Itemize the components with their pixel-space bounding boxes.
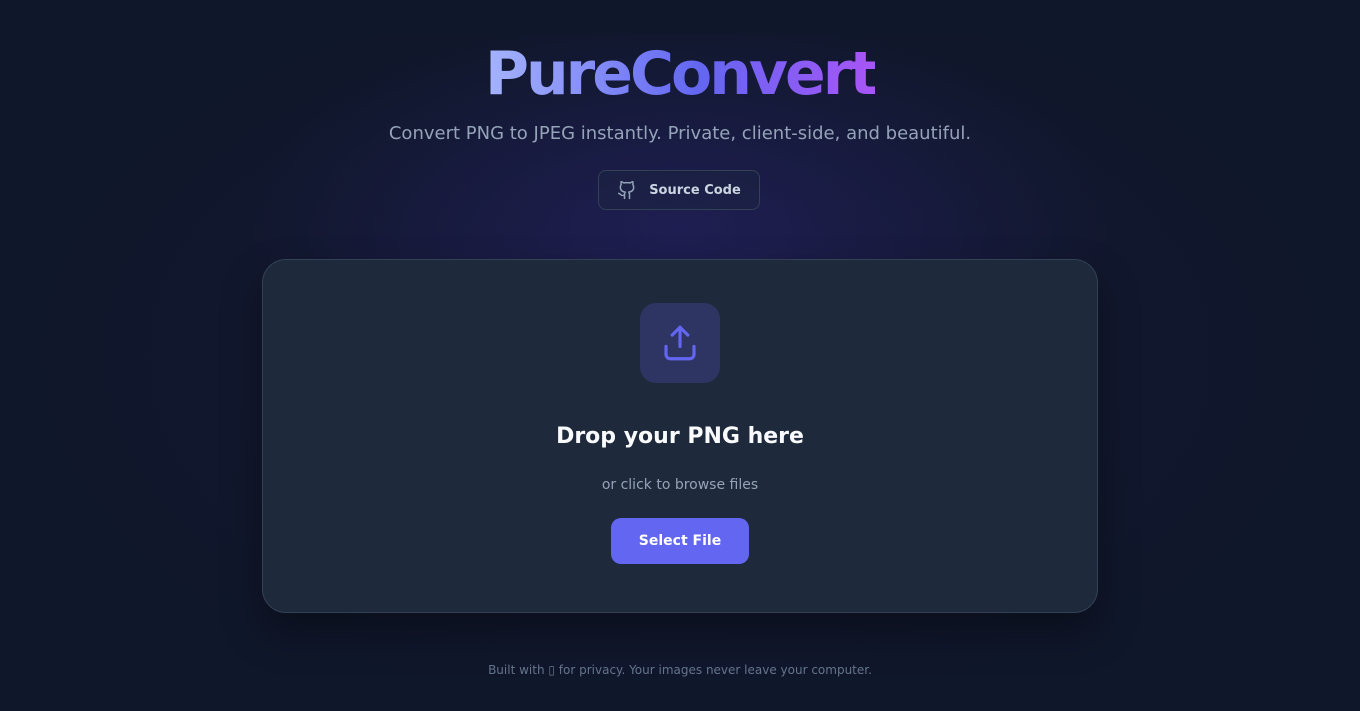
source-code-button[interactable]: Source Code — [598, 170, 760, 210]
upload-icon — [664, 325, 696, 361]
app-subtitle: Convert PNG to JPEG instantly. Private, … — [388, 123, 972, 144]
file-dropzone[interactable]: Drop your PNG here or click to browse fi… — [262, 259, 1098, 613]
page: PureConvert Convert PNG to JPEG instantl… — [0, 0, 1360, 711]
select-file-button[interactable]: Select File — [611, 518, 749, 564]
footer-text: Built with ▯ for privacy. Your images ne… — [488, 663, 872, 677]
source-code-label: Source Code — [649, 182, 741, 198]
app-title-text: PureConvert — [484, 39, 878, 109]
upload-icon-tile — [640, 303, 720, 383]
dropzone-title: Drop your PNG here — [556, 424, 804, 449]
dropzone-subtitle: or click to browse files — [601, 477, 759, 493]
app-title: PureConvert — [0, 38, 1360, 110]
github-icon — [618, 180, 635, 200]
